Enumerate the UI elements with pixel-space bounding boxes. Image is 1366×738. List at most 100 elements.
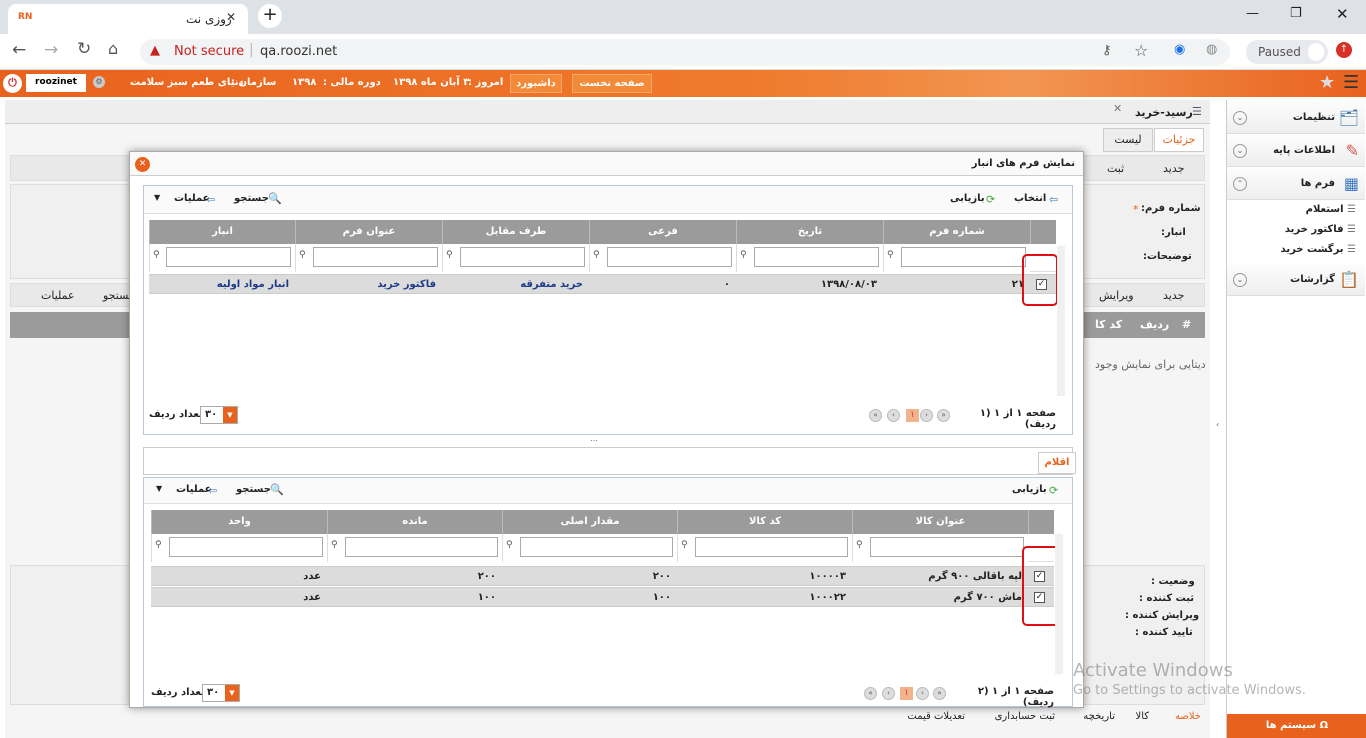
filter-icon[interactable]: ⚲ [155, 540, 162, 550]
filter-date[interactable] [754, 247, 879, 267]
current-page[interactable]: ۱ [906, 409, 919, 422]
first-page-icon[interactable]: » [937, 409, 950, 422]
filter-warehouse[interactable] [166, 247, 291, 267]
col-main-qty[interactable]: مقدار اصلی [502, 510, 677, 534]
filter-form-no[interactable] [901, 247, 1026, 267]
vertical-scrollbar[interactable] [1057, 246, 1065, 396]
dashboard-button[interactable]: داشبورد [510, 74, 562, 93]
col-item-code[interactable]: کد کالا [677, 510, 852, 534]
col-counterparty[interactable]: طرف مقابل [442, 220, 589, 244]
filter-sub[interactable] [607, 247, 732, 267]
extension2-icon[interactable]: ◍ [1206, 42, 1217, 57]
home-icon[interactable]: ⌂ [108, 39, 118, 58]
col-unit[interactable]: واحد [151, 510, 327, 534]
col-form-title[interactable]: عنوان فرم [295, 220, 442, 244]
address-bar[interactable]: ▲ Not secure | qa.roozi.net ⚷ ☆ [140, 39, 1230, 65]
last-page-icon[interactable]: « [864, 687, 877, 700]
dialog-close-icon[interactable]: ✕ [135, 157, 150, 172]
tab-list[interactable]: لیست [1103, 128, 1153, 152]
vertical-scrollbar[interactable] [1055, 534, 1063, 674]
filter-icon[interactable]: ⚲ [856, 540, 863, 550]
table-row[interactable]: ✓ لپه باقالی ۹۰۰ گرم ۱۰۰۰۰۳ ۲۰۰ ۲۰۰ عدد [151, 566, 1054, 586]
menu-icon[interactable]: ☰ [1343, 72, 1359, 93]
sidebar-sub-purchase-invoice[interactable]: ☰ فاکتور خرید [1285, 224, 1356, 235]
prev-page-icon[interactable]: › [920, 409, 933, 422]
browser-tab[interactable]: RN روزی نت ✕ [8, 4, 248, 34]
tab-history[interactable]: تاریخچه [1083, 711, 1115, 722]
maximize-button[interactable]: ❐ [1290, 6, 1302, 21]
profile-button[interactable]: Paused [1246, 40, 1328, 64]
next-page-icon[interactable]: ‹ [882, 687, 895, 700]
ops-button[interactable]: عملیات [174, 193, 210, 204]
filter-icon[interactable]: ⚲ [593, 250, 600, 260]
new-row-button[interactable]: جدید [1163, 289, 1184, 302]
tab-goods[interactable]: کالا [1135, 711, 1149, 722]
save-button[interactable]: ثبت [1107, 162, 1124, 175]
search-button[interactable]: جستجو [236, 484, 271, 495]
filter-icon[interactable]: ⚲ [153, 250, 160, 260]
settings-gear-icon[interactable]: ⚙ [93, 76, 105, 88]
first-page-icon[interactable]: » [933, 687, 946, 700]
caret-down-icon[interactable]: ▼ [156, 484, 162, 493]
collapse-handle-icon[interactable]: ‹ [1216, 420, 1219, 429]
close-icon[interactable]: ✕ [1113, 102, 1122, 115]
window-close-button[interactable]: ✕ [1336, 5, 1349, 23]
col-remaining[interactable]: مانده [327, 510, 502, 534]
last-page-icon[interactable]: « [869, 409, 882, 422]
col-sub[interactable]: فرعی [589, 220, 736, 244]
filter-item-code[interactable] [695, 537, 848, 557]
filter-icon[interactable]: ⚲ [740, 250, 747, 260]
forward-icon[interactable]: → [44, 40, 58, 60]
next-page-icon[interactable]: ‹ [887, 409, 900, 422]
refresh-button[interactable]: بازیابی [1012, 484, 1047, 495]
minimize-button[interactable]: — [1246, 6, 1259, 21]
filter-item-title[interactable] [870, 537, 1024, 557]
refresh-button[interactable]: بازیابی [950, 193, 985, 204]
filter-form-title[interactable] [313, 247, 438, 267]
star-icon[interactable]: ☆ [1134, 41, 1148, 60]
page-tab-title[interactable]: رسید-خرید [1135, 106, 1193, 119]
tab-close-icon[interactable]: ✕ [226, 10, 236, 24]
filter-unit[interactable] [169, 537, 323, 557]
tab-details[interactable]: جزئیات [1154, 128, 1204, 152]
filter-remaining[interactable] [345, 537, 498, 557]
caret-down-icon[interactable]: ▼ [154, 193, 160, 202]
tab-items[interactable]: اقلام [1038, 452, 1076, 474]
key-icon[interactable]: ⚷ [1102, 43, 1112, 58]
sidebar-item-settings[interactable]: 🗂 تنظیمات ⌄ [1227, 102, 1365, 134]
table-row[interactable]: ✓ ماش ۷۰۰ گرم ۱۰۰۰۲۲ ۱۰۰ ۱۰۰ عدد [151, 587, 1054, 607]
filter-icon[interactable]: ⚲ [299, 250, 306, 260]
col-form-no[interactable]: شماره فرم [883, 220, 1030, 244]
sidebar-item-reports[interactable]: 📋 گزارشات ⌄ [1227, 264, 1365, 296]
update-icon[interactable]: ↑ [1336, 42, 1352, 58]
col-date[interactable]: تاریخ [736, 220, 883, 244]
col-warehouse[interactable]: انبار [149, 220, 295, 244]
tab-summary[interactable]: خلاصه [1175, 711, 1201, 722]
search-button[interactable]: جستجو [234, 193, 269, 204]
home-page-button[interactable]: صفحه نخست [572, 74, 652, 93]
table-row[interactable]: ✓ ۲۱ ۱۳۹۸/۰۸/۰۳ ۰ خرید متفرقه فاکتور خری… [149, 274, 1056, 294]
ops-button[interactable]: عملیات [41, 289, 75, 302]
tab-accounting[interactable]: ثبت حسابداری [995, 711, 1055, 722]
filter-main-qty[interactable] [520, 537, 673, 557]
col-item-title[interactable]: عنوان کالا [852, 510, 1028, 534]
reload-icon[interactable]: ↻ [77, 39, 91, 59]
select-button[interactable]: انتخاب [1014, 193, 1046, 204]
new-button[interactable]: جدید [1163, 162, 1184, 175]
rowcount-select[interactable]: ۳۰ ▼ [200, 406, 238, 424]
ops-button[interactable]: عملیات [176, 484, 212, 495]
filter-icon[interactable]: ⚲ [331, 540, 338, 550]
splitter-handle[interactable]: ⋯ [590, 436, 598, 445]
systems-button[interactable]: Ω سیستم ها [1227, 714, 1366, 738]
power-icon[interactable]: ⏻ [3, 74, 22, 93]
filter-icon[interactable]: ⚲ [681, 540, 688, 550]
prev-page-icon[interactable]: › [916, 687, 929, 700]
favorite-star-icon[interactable]: ★ [1319, 72, 1335, 93]
back-icon[interactable]: ← [12, 40, 26, 60]
filter-icon[interactable]: ⚲ [446, 250, 453, 260]
sidebar-sub-inquiry[interactable]: ☰ استعلام [1306, 204, 1356, 215]
edit-button[interactable]: ویرایش [1099, 289, 1134, 302]
current-page[interactable]: ۱ [900, 687, 913, 700]
filter-counterparty[interactable] [460, 247, 585, 267]
new-tab-button[interactable]: + [258, 4, 282, 28]
